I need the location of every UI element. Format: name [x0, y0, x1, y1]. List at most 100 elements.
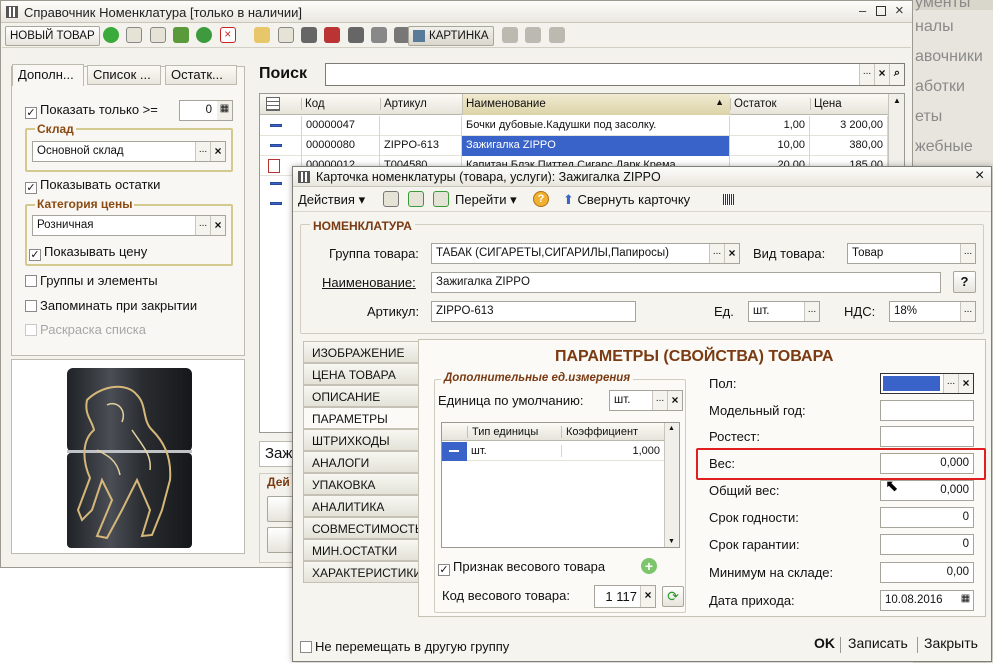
table-row-selected[interactable]: 00000080 ZIPPO-613 Зажигалка ZIPPO 10,00…	[260, 136, 888, 156]
tab-compatibility[interactable]: СОВМЕСТИМОСТЬ	[303, 517, 423, 539]
tab-packaging[interactable]: УПАКОВКА	[303, 473, 418, 495]
header-price[interactable]: Цена	[810, 98, 888, 110]
bg-menu-item[interactable]: жебные	[915, 138, 973, 156]
gender-field[interactable]: ... ×	[880, 373, 974, 394]
clear-icon[interactable]: ×	[724, 244, 739, 263]
scroll-up-icon[interactable]: ▲	[668, 425, 675, 432]
close-icon[interactable]: ×	[975, 167, 984, 185]
edit-icon[interactable]	[173, 27, 190, 43]
clear-icon[interactable]: ×	[958, 374, 973, 393]
refresh-icon[interactable]: ⟳	[662, 586, 684, 607]
add-group-icon[interactable]	[149, 27, 166, 43]
header-unit-type[interactable]: Тип единицы	[467, 426, 561, 438]
ok-button[interactable]: OK	[814, 635, 835, 651]
bg-menu-item[interactable]: аботки	[915, 78, 965, 96]
bg-menu-item[interactable]: еты	[915, 108, 942, 126]
search-icon[interactable]: ⌕	[889, 64, 904, 85]
remember-close-checkbox[interactable]: Запоминать при закрытии	[25, 298, 197, 313]
search-input[interactable]: ... × ⌕	[325, 63, 905, 86]
group-field[interactable]: ТАБАК (СИГАРЕТЫ,СИГАРИЛЫ,Папиросы)... ×	[431, 243, 740, 264]
select-button[interactable]: ...	[195, 142, 210, 161]
tab-price[interactable]: ЦЕНА ТОВАРА	[303, 363, 418, 385]
record-icon[interactable]	[383, 191, 399, 207]
kind-field[interactable]: Товар...	[847, 243, 976, 264]
header-article[interactable]: Артикул	[380, 98, 462, 110]
scroll-down-icon[interactable]: ▼	[668, 538, 675, 545]
new-item-button[interactable]: НОВЫЙ ТОВАР	[5, 26, 100, 46]
hierarchy-icon[interactable]	[254, 27, 271, 43]
bg-menu-item[interactable]: авочники	[915, 48, 983, 66]
refresh-icon[interactable]	[408, 191, 424, 207]
select-button[interactable]: ...	[804, 302, 819, 321]
arrival-date-field[interactable]: 10.08.2016 ▦	[880, 590, 974, 611]
close-button[interactable]: Закрыть	[924, 635, 978, 651]
select-button[interactable]: ...	[709, 244, 724, 263]
tab-list[interactable]: Список ...	[87, 65, 161, 85]
rostest-field[interactable]	[880, 426, 974, 447]
select-button[interactable]: ...	[960, 302, 975, 321]
clear-icon[interactable]: ×	[210, 142, 225, 161]
model-year-field[interactable]	[880, 400, 974, 421]
header-stock[interactable]: Остаток	[730, 98, 810, 110]
vat-field[interactable]: 18%...	[889, 301, 976, 322]
header-coefficient[interactable]: Коэффициент	[561, 426, 664, 438]
min-stock-field[interactable]: 0,00	[880, 562, 974, 583]
filter-icon[interactable]	[301, 27, 318, 43]
article-field[interactable]: ZIPPO-613	[431, 301, 636, 322]
warehouse-field[interactable]: Основной склад... ×	[32, 141, 226, 162]
delete-icon[interactable]: ×	[219, 27, 236, 43]
export-icon[interactable]	[548, 27, 565, 43]
select-button[interactable]: ...	[943, 374, 958, 393]
filter-settings-icon[interactable]	[347, 27, 364, 43]
picture-button[interactable]: КАРТИНКА	[408, 26, 494, 46]
tab-additional[interactable]: Дополн...	[12, 64, 84, 86]
tab-characteristics[interactable]: ХАРАКТЕРИСТИКИ	[303, 561, 422, 583]
help-button[interactable]: ?	[953, 271, 976, 293]
move-up-icon[interactable]	[502, 27, 518, 43]
list-icon[interactable]	[277, 27, 294, 43]
goto-menu[interactable]: Перейти ▾	[455, 192, 517, 208]
clear-icon[interactable]: ×	[874, 64, 889, 85]
show-price-checkbox[interactable]: ✓ Показывать цену	[29, 244, 147, 261]
maximize-icon[interactable]	[876, 6, 886, 16]
table-row[interactable]: 00000047 Бочки дубовые.Кадушки под засол…	[260, 116, 888, 136]
tab-analogs[interactable]: АНАЛОГИ	[303, 451, 418, 473]
calculator-icon[interactable]: ▦	[217, 101, 232, 120]
select-button[interactable]: ...	[652, 391, 667, 410]
header-code[interactable]: Код	[301, 98, 380, 110]
close-icon[interactable]: ×	[895, 2, 904, 19]
add-icon[interactable]	[103, 27, 119, 43]
collapse-card-button[interactable]: ⬆ Свернуть карточку	[563, 192, 690, 208]
weighted-checkbox[interactable]: ✓ Признак весового товара	[438, 559, 605, 576]
clear-icon[interactable]: ×	[640, 586, 655, 607]
header-name[interactable]: Наименование ▲	[462, 94, 730, 115]
print-icon[interactable]	[371, 27, 388, 43]
copy-icon[interactable]	[433, 191, 449, 207]
save-button[interactable]: Записать	[848, 635, 908, 651]
shelf-life-field[interactable]: 0	[880, 507, 974, 528]
no-move-checkbox[interactable]: Не перемещать в другую группу	[300, 639, 509, 654]
barcode-icon[interactable]	[723, 194, 734, 205]
actions-menu[interactable]: Действия ▾	[298, 192, 365, 208]
show-only-checkbox[interactable]: ✓ Показать только >=	[25, 102, 158, 119]
price-category-field[interactable]: Розничная... ×	[32, 215, 226, 236]
move-down-icon[interactable]	[525, 27, 542, 43]
color-list-checkbox[interactable]: Раскраска списка	[25, 322, 146, 337]
clear-filter-icon[interactable]	[324, 27, 341, 43]
tab-min-stock[interactable]: МИН.ОСТАТКИ	[303, 539, 418, 561]
bg-menu-item[interactable]: ументы	[915, 0, 970, 12]
tab-analytics[interactable]: АНАЛИТИКА	[303, 495, 418, 517]
scroll-up-icon[interactable]: ▲	[893, 96, 901, 105]
name-field[interactable]: Зажигалка ZIPPO	[431, 272, 941, 293]
add-icon[interactable]: +	[641, 558, 657, 574]
show-only-input[interactable]: 0 ▦	[179, 100, 233, 121]
weight-field[interactable]: 0,000	[880, 453, 974, 474]
tab-image[interactable]: ИЗОБРАЖЕНИЕ	[303, 341, 418, 363]
default-unit-field[interactable]: шт.... ×	[609, 390, 683, 411]
help-icon[interactable]: ?	[533, 191, 549, 207]
calendar-icon[interactable]: ▦	[958, 591, 973, 610]
units-table-row[interactable]: шт. 1,000	[442, 442, 664, 461]
tab-stock[interactable]: Остатк...	[165, 65, 237, 85]
clear-icon[interactable]: ×	[667, 391, 682, 410]
tab-barcodes[interactable]: ШТРИХКОДЫ	[303, 429, 418, 451]
